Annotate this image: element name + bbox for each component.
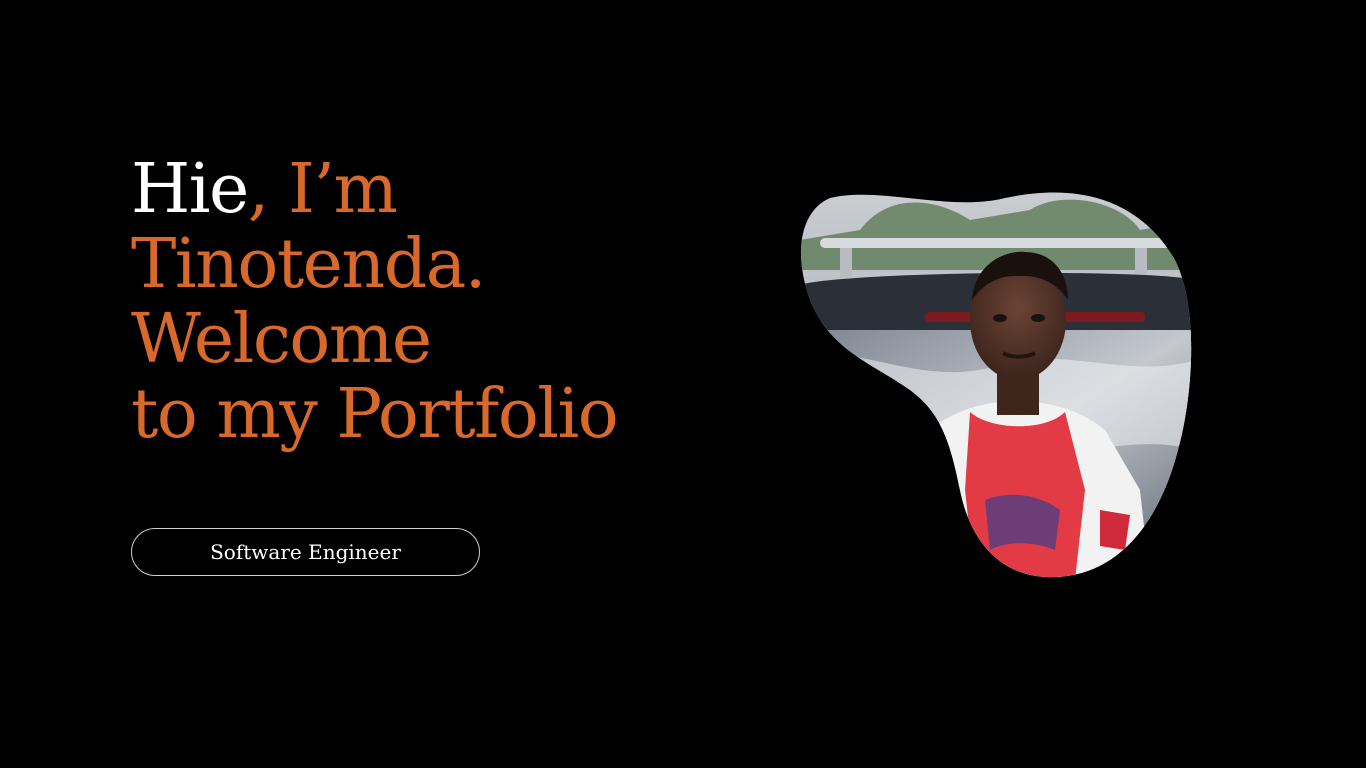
name-text: Tinotenda. [131,225,486,304]
welcome-text: Welcome [131,300,432,379]
greeting-text: Hie [131,150,249,229]
role-pill-button[interactable]: Software Engineer [131,528,480,576]
role-label: Software Engineer [210,540,401,564]
hero-heading: Hie, I’m Tinotenda. Welcome to my Portfo… [131,152,751,452]
portfolio-hero: Hie, I’m Tinotenda. Welcome to my Portfo… [0,0,1366,768]
portfolio-text: to my Portfolio [131,375,619,454]
hero-line-1: Hie, I’m [131,152,751,227]
profile-photo [800,190,1196,580]
name-intro-text: , I’m [247,150,398,229]
